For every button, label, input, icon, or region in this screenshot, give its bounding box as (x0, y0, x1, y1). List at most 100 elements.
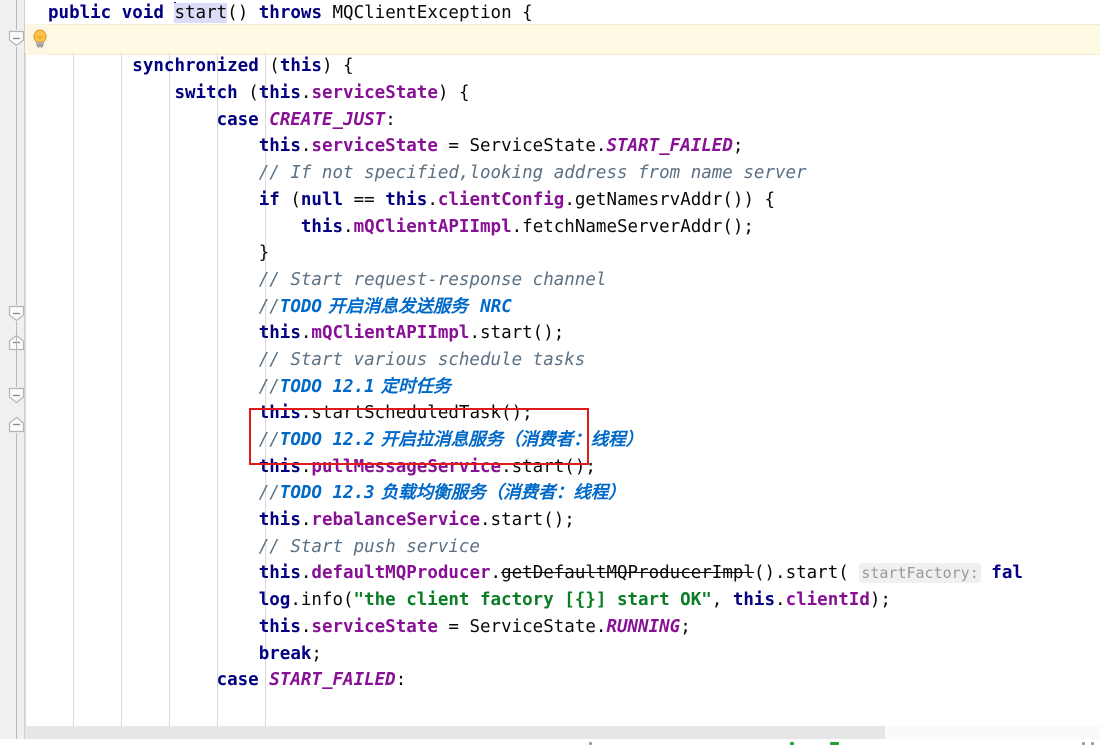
code-line[interactable]: this.serviceState = ServiceState.START_F… (48, 133, 1100, 160)
code-token-pln (981, 563, 992, 583)
error-stripe-mark[interactable] (830, 742, 839, 745)
code-token-pln (48, 83, 174, 103)
error-stripe-mark[interactable] (1082, 742, 1085, 745)
code-token-pln: = ServiceState. (437, 136, 607, 157)
fold-region-start[interactable] (8, 387, 25, 404)
code-token-cmt: // (258, 376, 280, 397)
code-line[interactable]: synchronized (this) { (48, 53, 1100, 80)
code-line[interactable]: this.serviceState = ServiceState.RUNNING… (48, 614, 1100, 641)
code-token-fld: mQClientAPIImpl (311, 323, 470, 344)
code-line[interactable]: //TODO 开启消息发送服务 NRC (48, 294, 1100, 321)
code-token-todo: TODO (279, 296, 322, 317)
code-line[interactable]: this.rebalanceService.start(); (48, 507, 1100, 534)
code-token-cmt: // Start push service (258, 536, 480, 557)
lightbulb-icon[interactable] (31, 29, 49, 49)
error-stripe-mark[interactable] (589, 742, 592, 745)
code-line[interactable]: public void start() throws MQClientExcep… (48, 0, 1100, 27)
code-line[interactable]: } (48, 240, 1100, 267)
code-line[interactable]: if (null == this.clientConfig.getNamesrv… (48, 187, 1100, 214)
code-token-pln: .start(); (469, 323, 565, 344)
code-token-pln (48, 136, 259, 156)
horizontal-scrollbar-thumb[interactable] (25, 726, 885, 739)
code-token-pln: .info( (290, 590, 354, 611)
code-token-kw: switch (174, 83, 238, 104)
code-line[interactable]: this.defaultMQProducer.getDefaultMQProdu… (48, 560, 1100, 587)
code-token-fld: clientId (785, 590, 870, 611)
error-stripe-marks[interactable] (0, 739, 1100, 749)
code-token-fld: clientConfig (437, 189, 565, 210)
code-token-pln (259, 670, 270, 690)
code-line[interactable]: break; (48, 641, 1100, 668)
code-token-pln: . (490, 563, 502, 584)
code-token-sfld: START_FAILED (606, 136, 733, 157)
code-line[interactable]: this.mQClientAPIImpl.start(); (48, 320, 1100, 347)
code-content[interactable]: public void start() throws MQClientExcep… (48, 0, 1100, 749)
code-line[interactable]: this.mQClientAPIImpl.fetchNameServerAddr… (48, 214, 1100, 241)
error-stripe-mark[interactable] (790, 742, 794, 745)
code-token-pln: .getNamesrvAddr()) { (564, 189, 776, 210)
code-token-fld: pullMessageService (311, 456, 502, 477)
code-token-cmt_cn: 负载均衡服务（消费者：线程） (374, 483, 626, 504)
code-line[interactable]: //TODO 12.1 定时任务 (48, 374, 1100, 401)
code-token-fld: serviceState (311, 616, 438, 637)
code-line[interactable]: // If not specified,looking address from… (48, 160, 1100, 187)
code-token-todo: TODO 12.3 (279, 483, 375, 504)
code-token-pln: . (300, 83, 312, 104)
code-token-kw: this (258, 83, 301, 104)
code-token-kw: break (258, 643, 312, 664)
code-line[interactable]: //TODO 12.3 负载均衡服务（消费者：线程） (48, 480, 1100, 507)
code-token-pln: . (343, 216, 354, 237)
code-line[interactable]: // Start push service (48, 534, 1100, 561)
fold-connector-line (16, 433, 17, 749)
code-token-kw: this (258, 456, 301, 477)
code-token-pln (48, 110, 217, 130)
code-token-pln: ; (680, 616, 691, 637)
code-token-pln: ; (311, 643, 322, 664)
code-line[interactable]: // Start various schedule tasks (48, 347, 1100, 374)
fold-connector-line (16, 322, 17, 387)
code-line[interactable]: this.startScheduledTask(); (48, 400, 1100, 427)
code-token-kw: null (300, 189, 344, 210)
code-token-pln: MQClientException { (321, 3, 533, 23)
code-line[interactable]: // Start request-response channel (48, 267, 1100, 294)
code-token-pln: . (300, 323, 312, 344)
code-token-pln: . (300, 616, 312, 637)
code-line[interactable]: log.info("the client factory [{}] start … (48, 587, 1100, 614)
code-line[interactable]: case START_FAILED: (48, 667, 1100, 694)
code-token-pln (48, 377, 259, 397)
fold-region-end[interactable] (8, 416, 25, 433)
code-token-kw: this (258, 616, 301, 637)
code-token-pln: : (395, 670, 407, 691)
code-token-pln (48, 457, 259, 477)
code-token-kw: public (48, 3, 112, 23)
code-token-pln (48, 56, 132, 76)
code-token-fld: serviceState (311, 136, 438, 157)
code-token-pln (48, 644, 259, 664)
code-line[interactable]: case CREATE_JUST: (48, 107, 1100, 134)
code-token-pln: ().start( (753, 563, 860, 584)
code-token-pln (48, 403, 259, 423)
fold-connector-line (16, 0, 17, 30)
code-token-sfld: START_FAILED (269, 670, 396, 691)
code-token-kw: this (258, 323, 301, 344)
code-line[interactable]: //TODO 12.2 开启拉消息服务（消费者：线程） (48, 427, 1100, 454)
code-token-todo: TODO 12.1 (279, 376, 375, 397)
code-token-kw: void (121, 3, 164, 23)
code-token-kw: synchronized (132, 56, 259, 77)
code-token-pln: ( (258, 56, 280, 77)
code-editor[interactable]: public void start() throws MQClientExcep… (0, 0, 1100, 749)
code-token-pln (48, 617, 259, 637)
fold-region-start[interactable] (8, 305, 25, 322)
code-line[interactable] (48, 27, 1100, 54)
code-line[interactable]: switch (this.serviceState) { (48, 80, 1100, 107)
code-token-pln: .fetchNameServerAddr(); (511, 216, 754, 237)
code-token-kw: throws (258, 3, 322, 23)
error-stripe-mark[interactable] (1091, 742, 1094, 745)
code-token-todo: NRC (480, 296, 512, 317)
code-line[interactable]: this.pullMessageService.start(); (48, 454, 1100, 481)
code-token-fld: mQClientAPIImpl (353, 216, 512, 237)
code-token-pln (111, 3, 122, 23)
code-token-pln (48, 323, 259, 343)
fold-region-start[interactable] (8, 30, 25, 47)
code-token-kw: fal (991, 563, 1023, 584)
